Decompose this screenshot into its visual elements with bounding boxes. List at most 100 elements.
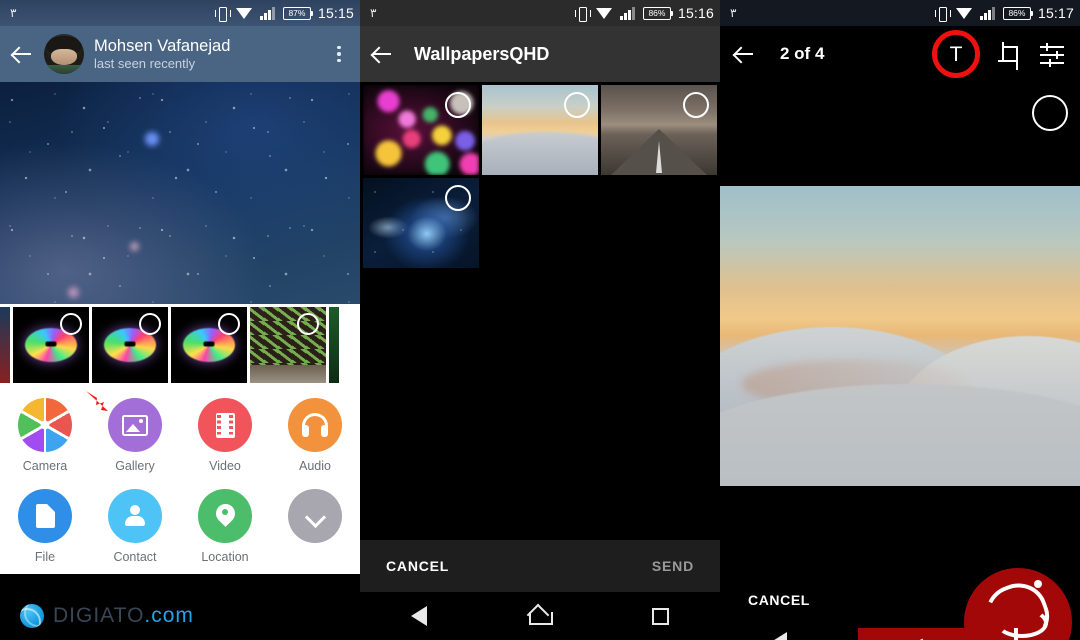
contact-status: last seen recently <box>94 56 196 71</box>
list-item[interactable] <box>329 307 339 383</box>
editor-stage: CANCEL باشگاه خبرنگاران <box>720 82 1080 640</box>
photo-counter: 2 of 4 <box>780 44 825 63</box>
nav-back-icon[interactable] <box>411 606 428 626</box>
crop-icon[interactable] <box>998 42 1022 70</box>
text-tool-button[interactable]: T <box>932 30 980 78</box>
list-item[interactable] <box>250 307 326 383</box>
status-bar-clock: 15:16 <box>677 5 714 21</box>
film-icon <box>198 398 252 452</box>
list-item[interactable] <box>482 85 598 175</box>
photo-thumbnail-strip[interactable] <box>0 304 360 386</box>
attachment-label: Contact <box>113 550 157 564</box>
tile-select-circle[interactable] <box>445 92 471 118</box>
file-icon <box>18 489 72 543</box>
person-icon <box>108 489 162 543</box>
star-glow <box>68 287 79 298</box>
headphones-glyph <box>302 413 328 437</box>
preview-image-sand-dunes[interactable] <box>720 186 1080 486</box>
wifi-icon <box>235 7 253 20</box>
attachment-label: Video <box>209 459 241 473</box>
back-arrow-icon[interactable] <box>10 42 34 66</box>
star-glow <box>145 132 159 146</box>
status-bar-left-glyph: ۳ <box>10 6 17 20</box>
wifi-icon <box>595 7 613 20</box>
panel-gallery-picker: ۳ 86% 15:16 WallpapersQHD CANCEL SEND <box>360 0 720 640</box>
thumb-select-circle[interactable] <box>218 313 240 335</box>
attachment-label: Audio <box>299 459 331 473</box>
stars-layer <box>0 82 360 304</box>
text-tool-icon: T <box>949 42 963 66</box>
list-item[interactable] <box>13 307 89 383</box>
chat-wallpaper-starfield <box>0 82 360 304</box>
status-bar-clock: 15:15 <box>317 5 354 21</box>
tile-select-circle[interactable] <box>564 92 590 118</box>
avatar[interactable] <box>44 34 84 74</box>
signal-icon <box>979 6 996 20</box>
page-title: WallpapersQHD <box>414 43 550 64</box>
avatar-face <box>51 49 77 65</box>
wifi-icon <box>955 7 973 20</box>
attachment-audio[interactable]: Audio <box>270 398 360 473</box>
chevron-down-glyph <box>305 510 325 522</box>
back-arrow-icon[interactable] <box>370 42 394 66</box>
wallpaper-grid <box>360 82 720 268</box>
nav-recents-icon[interactable] <box>651 607 669 625</box>
map-pin-icon <box>198 489 252 543</box>
attachment-camera[interactable]: Camera <box>0 398 90 473</box>
list-item[interactable] <box>171 307 247 383</box>
yjc-logo-stem <box>1014 628 1018 640</box>
back-arrow-icon[interactable] <box>732 42 756 66</box>
list-item[interactable] <box>0 307 10 383</box>
tune-sliders-icon[interactable] <box>1040 43 1064 67</box>
cancel-button[interactable]: CANCEL <box>386 558 449 574</box>
file-glyph <box>35 504 55 528</box>
nav-home-icon[interactable] <box>529 607 554 625</box>
avatar-shirt <box>44 65 84 74</box>
attachment-label: Location <box>201 550 249 564</box>
attachment-contact[interactable]: Contact <box>90 489 180 564</box>
vibrate-icon <box>934 6 951 22</box>
list-item[interactable] <box>92 307 168 383</box>
attachment-more[interactable] <box>270 489 360 564</box>
star-glow <box>130 242 139 251</box>
picker-action-bar: CANCEL SEND <box>360 540 720 592</box>
dune-foreground <box>720 384 1080 486</box>
tile-select-circle[interactable] <box>683 92 709 118</box>
signal-icon <box>619 6 636 20</box>
digiato-watermark: DIGIATO.com <box>0 592 360 640</box>
digiato-tld: .com <box>144 604 194 627</box>
chat-title-block[interactable]: Mohsen Vafanejad last seen recently <box>94 36 318 72</box>
status-bar-icons: 86% 15:17 <box>934 5 1074 22</box>
yjc-logo-tail <box>996 608 1048 638</box>
status-bar-clock: 15:17 <box>1037 5 1074 21</box>
selection-circle[interactable] <box>1032 95 1068 131</box>
yjc-logo-dot <box>1034 580 1042 588</box>
vibrate-icon <box>214 6 231 22</box>
nav-back-icon[interactable] <box>771 632 788 640</box>
thumb-select-circle[interactable] <box>139 313 161 335</box>
list-item[interactable] <box>363 85 479 175</box>
attachment-label: Gallery <box>115 459 155 473</box>
status-bar-left-glyph: ۳ <box>730 6 737 20</box>
picker-header: WallpapersQHD <box>360 26 720 82</box>
yjc-logo <box>964 568 1072 640</box>
thumb-select-circle[interactable] <box>60 313 82 335</box>
tile-select-circle[interactable] <box>445 185 471 211</box>
list-item[interactable] <box>601 85 717 175</box>
editor-header: 2 of 4 T <box>720 26 1080 82</box>
attachment-row-2: File Contact Location <box>0 489 360 564</box>
digiato-name: DIGIATO <box>53 604 145 627</box>
gallery-icon <box>108 398 162 452</box>
attachment-location[interactable]: Location <box>180 489 270 564</box>
attachment-file[interactable]: File <box>0 489 90 564</box>
attachment-video[interactable]: Video <box>180 398 270 473</box>
headphones-icon <box>288 398 342 452</box>
battery-icon: 86% <box>642 6 674 20</box>
list-item[interactable] <box>363 178 479 268</box>
overflow-menu-icon[interactable] <box>328 41 350 67</box>
send-button[interactable]: SEND <box>652 558 694 574</box>
signal-icon <box>259 6 276 20</box>
cancel-button[interactable]: CANCEL <box>748 592 810 608</box>
thumb-select-circle[interactable] <box>297 313 319 335</box>
status-bar-icons: 86% 15:16 <box>574 5 714 22</box>
